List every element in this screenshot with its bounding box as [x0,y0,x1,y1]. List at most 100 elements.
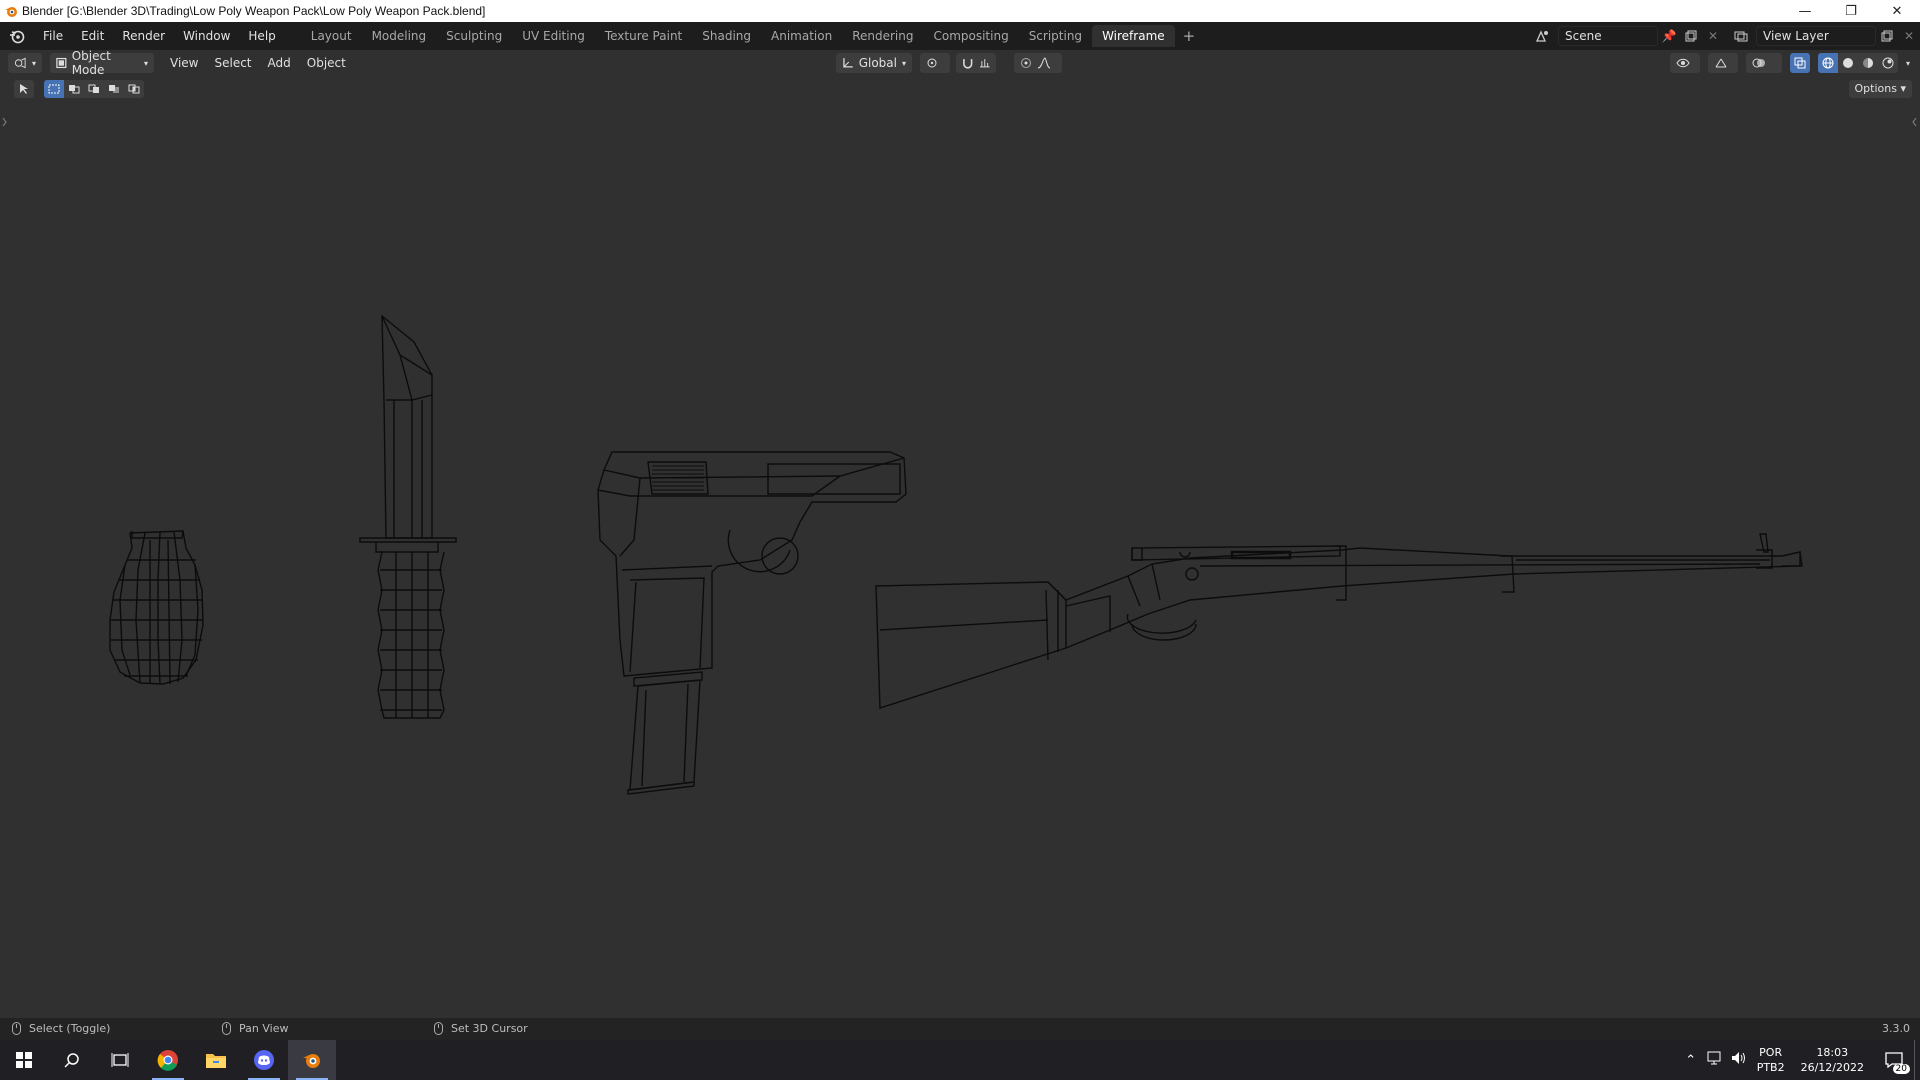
chevron-down-icon: ▾ [901,58,906,68]
transform-orientation-dropdown[interactable]: Global ▾ [836,53,912,73]
editor-type-dropdown[interactable]: ▾ [8,53,42,73]
mode-label: Object Mode [71,49,111,77]
new-view-layer-icon[interactable] [1876,26,1898,46]
visibility-dropdown[interactable] [1669,53,1700,73]
file-explorer-icon[interactable] [192,1040,240,1080]
keyboard-layout-label: PTB2 [1756,1061,1785,1074]
mouse-left-icon [12,1022,21,1035]
pin-icon[interactable]: 📌 [1658,26,1680,46]
tab-layout[interactable]: Layout [301,25,362,47]
status-cursor-label: Set 3D Cursor [451,1022,528,1035]
select-new-icon[interactable] [44,80,64,98]
view-layer-icon[interactable] [1730,26,1752,46]
rendered-shading-icon[interactable] [1877,53,1898,73]
solid-shading-icon[interactable] [1837,53,1858,73]
xray-toggle[interactable] [1789,53,1810,73]
pistol-wireframe[interactable] [597,451,907,795]
task-view-icon[interactable] [96,1040,144,1080]
menu-object[interactable]: Object [299,56,354,70]
tab-sculpting[interactable]: Sculpting [436,25,512,47]
status-bar: Select (Toggle) Pan View Set 3D Cursor 3… [0,1018,1920,1040]
status-select: Select (Toggle) [12,1022,110,1035]
search-icon[interactable] [48,1040,96,1080]
tab-texture-paint[interactable]: Texture Paint [595,25,692,47]
axis-icon [843,58,853,68]
tab-uv-editing[interactable]: UV Editing [512,25,595,47]
minimize-button[interactable]: — [1782,0,1828,22]
menu-view[interactable]: View [162,56,206,70]
pivot-point-dropdown[interactable] [920,53,950,73]
grenade-wireframe[interactable] [109,530,204,685]
options-label: Options [1854,82,1897,95]
options-dropdown[interactable]: Options ▾ [1848,80,1912,98]
overlays-dropdown[interactable] [1745,53,1782,73]
toolbar-expand-icon [2,117,7,127]
language-indicator[interactable]: POR PTB2 [1751,1045,1791,1075]
new-scene-icon[interactable] [1680,26,1702,46]
restore-button[interactable]: ❐ [1828,0,1874,22]
menu-edit[interactable]: Edit [72,22,113,50]
blender-logo-icon [0,0,22,22]
menu-file[interactable]: File [34,22,72,50]
chrome-icon[interactable] [144,1040,192,1080]
network-icon[interactable] [1703,1051,1727,1069]
xray-icon[interactable] [1789,53,1810,73]
delete-scene-icon[interactable]: ✕ [1702,26,1724,46]
notification-count-badge: 20 [1892,1064,1910,1074]
language-label: POR [1759,1046,1783,1059]
show-desktop-button[interactable] [1914,1040,1920,1080]
wireframe-shading-icon[interactable] [1817,53,1838,73]
mode-dropdown[interactable]: Object Mode ▾ [50,49,154,77]
gizmo-dropdown[interactable] [1707,53,1738,73]
status-cursor: Set 3D Cursor [434,1022,528,1035]
menu-help[interactable]: Help [239,22,284,50]
view-layer-field[interactable]: View Layer [1756,26,1876,46]
proportional-editing-dropdown[interactable] [1014,53,1062,73]
tab-rendering[interactable]: Rendering [842,25,923,47]
menu-select[interactable]: Select [206,56,259,70]
scene-type-icon[interactable] [1532,26,1554,46]
3d-viewport[interactable] [0,100,1920,1018]
eye-icon [1676,58,1690,68]
menu-add[interactable]: Add [260,56,299,70]
system-tray: ⌃ POR PTB2 18:03 26/12/2022 20 [1679,1040,1920,1080]
volume-icon[interactable] [1727,1051,1751,1069]
notifications-icon[interactable]: 20 [1874,1040,1914,1080]
window-titlebar: Blender [G:\Blender 3D\Trading\Low Poly … [0,0,1920,22]
chevron-down-icon: ▾ [31,58,36,68]
delete-view-layer-icon[interactable]: ✕ [1898,26,1920,46]
discord-icon[interactable] [240,1040,288,1080]
select-subtract-icon[interactable] [84,80,104,98]
shading-mode-group [1817,53,1898,73]
version-label: 3.3.0 [1882,1022,1910,1035]
chevron-up-icon[interactable]: ⌃ [1679,1053,1703,1068]
orientation-label: Global [858,56,897,70]
select-difference-icon[interactable] [104,80,124,98]
tab-modeling[interactable]: Modeling [362,25,437,47]
windows-start-icon[interactable] [0,1040,48,1080]
chevron-down-icon[interactable]: ▾ [1906,59,1910,68]
rifle-wireframe[interactable] [875,533,1803,709]
clock[interactable]: 18:03 26/12/2022 [1791,1045,1874,1075]
tab-animation[interactable]: Animation [761,25,842,47]
tab-scripting[interactable]: Scripting [1019,25,1092,47]
clock-time: 18:03 [1816,1046,1849,1059]
close-button[interactable]: ✕ [1874,0,1920,22]
menu-render[interactable]: Render [113,22,174,50]
material-shading-icon[interactable] [1857,53,1878,73]
tab-compositing[interactable]: Compositing [923,25,1018,47]
blender-taskbar-icon[interactable] [288,1040,336,1080]
snap-dropdown[interactable] [956,53,996,73]
menu-window[interactable]: Window [174,22,239,50]
tab-wireframe[interactable]: Wireframe [1092,25,1175,47]
select-tool-icon[interactable] [14,80,34,98]
select-intersect-icon[interactable] [124,80,144,98]
knife-wireframe[interactable] [359,314,457,719]
viewport-canvas [2,117,1917,795]
scene-field[interactable]: Scene [1558,26,1658,46]
add-workspace-button[interactable]: + [1175,27,1204,45]
blender-menu-icon[interactable] [0,22,34,50]
select-extend-icon[interactable] [64,80,84,98]
overlays-icon [1752,58,1765,68]
tab-shading[interactable]: Shading [692,25,761,47]
